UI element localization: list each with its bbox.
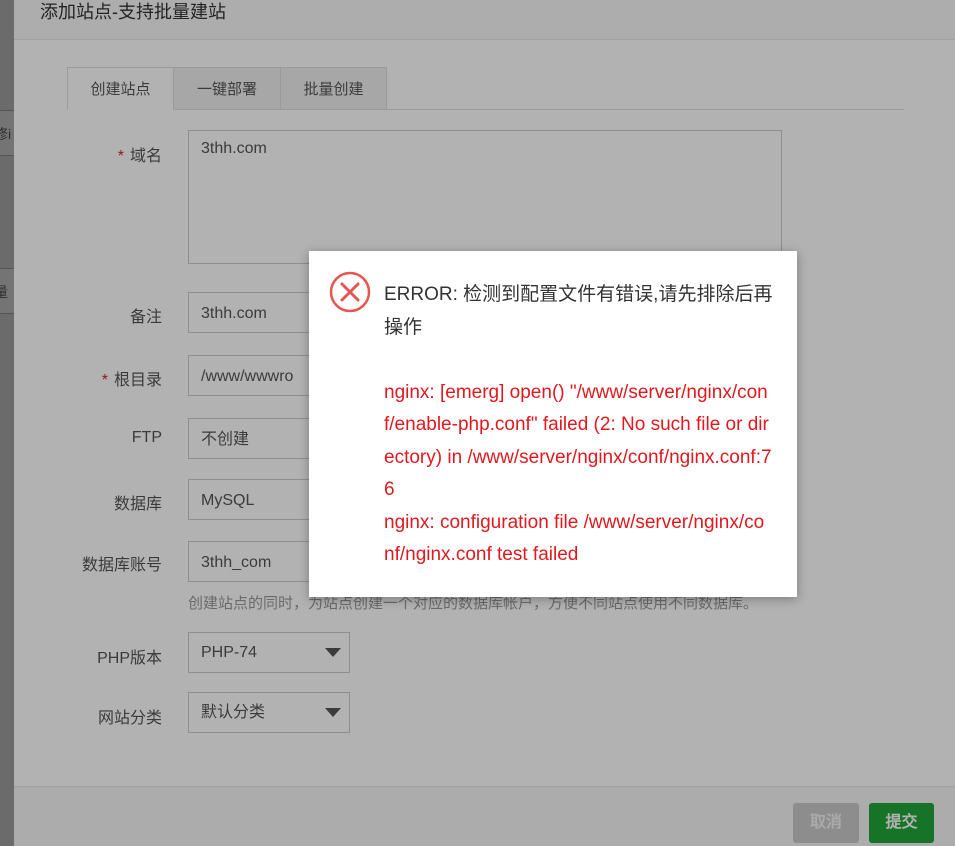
error-popup: ERROR: 检测到配置文件有错误,请先排除后再操作 nginx: [emerg… [309,251,797,597]
error-message: ERROR: 检测到配置文件有错误,请先排除后再操作 [384,284,773,338]
error-circle-x-icon [329,271,371,313]
error-detail-line: nginx: configuration file /www/server/ng… [384,511,765,566]
error-detail-line: nginx: [emerg] open() "/www/server/nginx… [384,381,772,501]
error-message-block: ERROR: 检测到配置文件有错误,请先排除后再操作 nginx: [emerg… [384,279,774,572]
